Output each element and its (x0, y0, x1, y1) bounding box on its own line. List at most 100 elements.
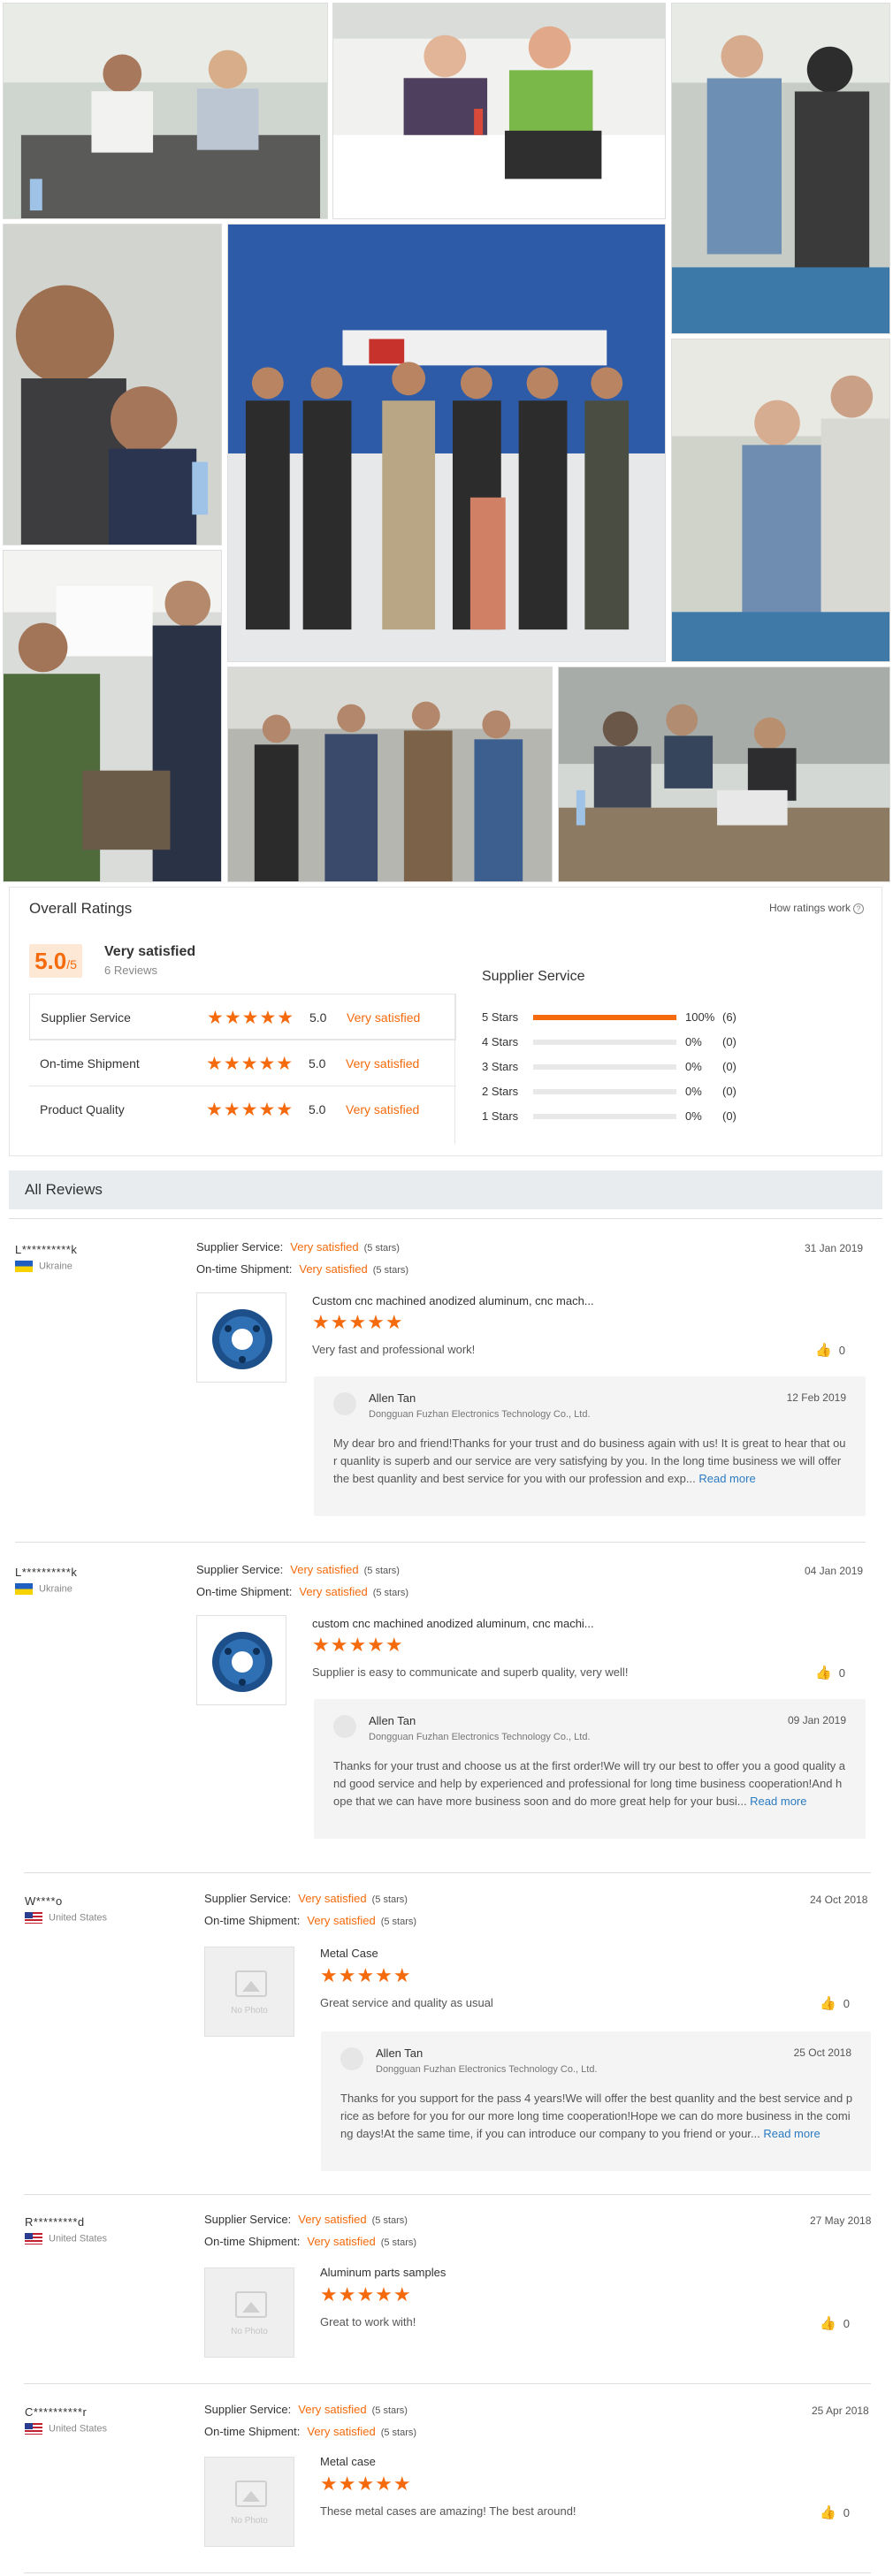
reply-text: My dear bro and friend!Thanks for your t… (333, 1437, 846, 1485)
reply-company: Dongguan Fuzhan Electronics Technology C… (376, 2064, 598, 2075)
review-ratings-meta: Supplier Service: Very satisfied (5 stars)… (196, 1240, 409, 1276)
reviewer-country: Ukraine (15, 1583, 73, 1595)
read-more-link[interactable]: Read more (698, 1472, 755, 1485)
divider (24, 1872, 871, 1873)
reply-text: Thanks for your trust and choose us at t… (333, 1759, 846, 1808)
review-item: R*********d United States Supplier Servi… (0, 2195, 893, 2381)
thumbs-up-icon: 👍 (820, 2316, 836, 2331)
review-ratings-meta: Supplier Service: Very satisfied (5 stars)… (196, 1563, 409, 1598)
avatar (333, 1715, 356, 1738)
question-circle-icon: ? (853, 903, 864, 914)
supplier-reply: Allen Tan Dongguan Fuzhan Electronics Te… (321, 2031, 871, 2171)
reviewer-country: United States (25, 1912, 107, 1924)
read-more-link[interactable]: Read more (763, 2127, 820, 2140)
overall-ratings-panel: Overall Ratings How ratings work? 5.0/5 … (9, 887, 882, 1156)
rating-row-product-quality: Product Quality ★★★★★ 5.0 Very satisfied (29, 1086, 456, 1132)
product-thumbnail[interactable]: No Photo (204, 2457, 294, 2547)
distribution-row: 4 Stars 0% (0) (482, 1035, 737, 1048)
read-more-link[interactable]: Read more (750, 1795, 806, 1808)
gallery-photo-group-four[interactable] (227, 667, 553, 882)
overall-score-label: Very satisfied (104, 944, 196, 959)
review-item: W****o United States Supplier Service: Ve… (0, 1874, 893, 2192)
supplier-page: Overall Ratings How ratings work? 5.0/5 … (0, 0, 893, 2576)
review-item: L**********k Ukraine Supplier Service: Ve… (0, 1543, 893, 1870)
review-text: Great to work with! (320, 2315, 416, 2328)
like-button[interactable]: 👍 0 (820, 2504, 850, 2520)
ukraine-flag-icon (15, 1261, 33, 1272)
reviewer-country: United States (25, 2423, 107, 2435)
reply-author: Allen Tan (369, 1391, 416, 1405)
reviewer-name: W****o (25, 1894, 63, 1908)
reviewer-name: L**********k (15, 1566, 78, 1579)
review-date: 04 Jan 2019 (805, 1565, 864, 1577)
product-title-link[interactable]: Metal case (320, 2455, 376, 2468)
review-ratings-meta: Supplier Service: Very satisfied (5 stars)… (204, 1892, 417, 1927)
thumbs-up-icon: 👍 (820, 1996, 836, 2011)
gallery-photo-meeting-room[interactable] (558, 667, 890, 882)
review-star-rating: ★★★★★ (312, 1634, 404, 1656)
gallery-photo-group[interactable] (227, 224, 666, 662)
no-photo-icon (235, 1970, 267, 1997)
thumbs-up-icon: 👍 (820, 2505, 836, 2520)
rating-row-on-time-shipment: On-time Shipment ★★★★★ 5.0 Very satisfie… (29, 1040, 456, 1086)
distribution-bar (533, 1015, 676, 1020)
how-ratings-work-link[interactable]: How ratings work? (769, 902, 864, 914)
distribution-bar (533, 1114, 676, 1119)
gallery-photo-selfie[interactable] (3, 224, 222, 545)
review-item: C**********r United States Supplier Serv… (0, 2384, 893, 2570)
star-rating-icon: ★★★★★ (206, 1054, 294, 1074)
like-button[interactable]: 👍 0 (815, 1665, 845, 1680)
divider (9, 1218, 882, 1219)
review-ratings-meta: Supplier Service: Very satisfied (5 stars)… (204, 2403, 417, 2438)
no-photo-icon (235, 2481, 267, 2507)
review-text: Supplier is easy to communicate and supe… (312, 1665, 629, 1679)
distribution-bar (533, 1089, 676, 1094)
product-title-link[interactable]: custom cnc machined anodized aluminum, c… (312, 1617, 594, 1630)
star-rating-icon: ★★★★★ (207, 1008, 295, 1028)
ratings-title: Overall Ratings (29, 900, 133, 917)
product-title-link[interactable]: Metal Case (320, 1947, 378, 1960)
thumbs-up-icon: 👍 (815, 1343, 832, 1358)
product-thumbnail[interactable]: No Photo (204, 2267, 294, 2358)
divider (24, 2572, 871, 2573)
product-title-link[interactable]: Aluminum parts samples (320, 2266, 446, 2279)
like-button[interactable]: 👍 0 (820, 1995, 850, 2011)
gallery-photo-meeting-projector[interactable] (332, 3, 666, 219)
overall-score-badge: 5.0/5 (29, 944, 82, 978)
reply-company: Dongguan Fuzhan Electronics Technology C… (369, 1409, 591, 1420)
review-star-rating: ★★★★★ (312, 1311, 404, 1333)
avatar (333, 1392, 356, 1415)
gallery-photo-office-laptop[interactable] (3, 550, 222, 882)
product-title-link[interactable]: Custom cnc machined anodized aluminum, c… (312, 1294, 594, 1307)
gallery-photo-parts-check[interactable] (671, 339, 890, 662)
reply-date: 09 Jan 2019 (787, 1714, 846, 1726)
reviewer-country: Ukraine (15, 1261, 73, 1272)
gallery-photo-meeting-desk[interactable] (3, 3, 328, 219)
review-ratings-meta: Supplier Service: Very satisfied (5 stars)… (204, 2213, 417, 2248)
product-thumbnail[interactable] (196, 1615, 286, 1705)
reviewer-name: C**********r (25, 2405, 88, 2419)
us-flag-icon (25, 1912, 42, 1924)
review-date: 27 May 2018 (810, 2214, 872, 2227)
product-thumbnail[interactable]: No Photo (204, 1947, 294, 2037)
reply-author: Allen Tan (376, 2046, 424, 2060)
all-reviews-header: All Reviews (9, 1170, 882, 1209)
star-rating-icon: ★★★★★ (206, 1100, 294, 1120)
reviewer-country: United States (25, 2233, 107, 2244)
review-star-rating: ★★★★★ (320, 2283, 412, 2305)
review-date: 25 Apr 2018 (812, 2405, 869, 2417)
distribution-title: Supplier Service (482, 969, 585, 984)
review-date: 24 Oct 2018 (810, 1894, 868, 1906)
distribution-row: 2 Stars 0% (0) (482, 1085, 737, 1098)
reply-date: 25 Oct 2018 (793, 2046, 851, 2059)
gallery-photo-factory-inspection[interactable] (671, 3, 890, 334)
supplier-reply: Allen Tan Dongguan Fuzhan Electronics Te… (314, 1699, 866, 1839)
review-date: 31 Jan 2019 (805, 1242, 864, 1254)
distribution-bar (533, 1064, 676, 1070)
reply-company: Dongguan Fuzhan Electronics Technology C… (369, 1732, 591, 1742)
product-thumbnail[interactable] (196, 1292, 286, 1383)
like-button[interactable]: 👍 0 (815, 1342, 845, 1358)
like-button[interactable]: 👍 0 (820, 2315, 850, 2331)
distribution-bar (533, 1040, 676, 1045)
review-item: L**********k Ukraine Supplier Service: Ve… (0, 1220, 893, 1547)
